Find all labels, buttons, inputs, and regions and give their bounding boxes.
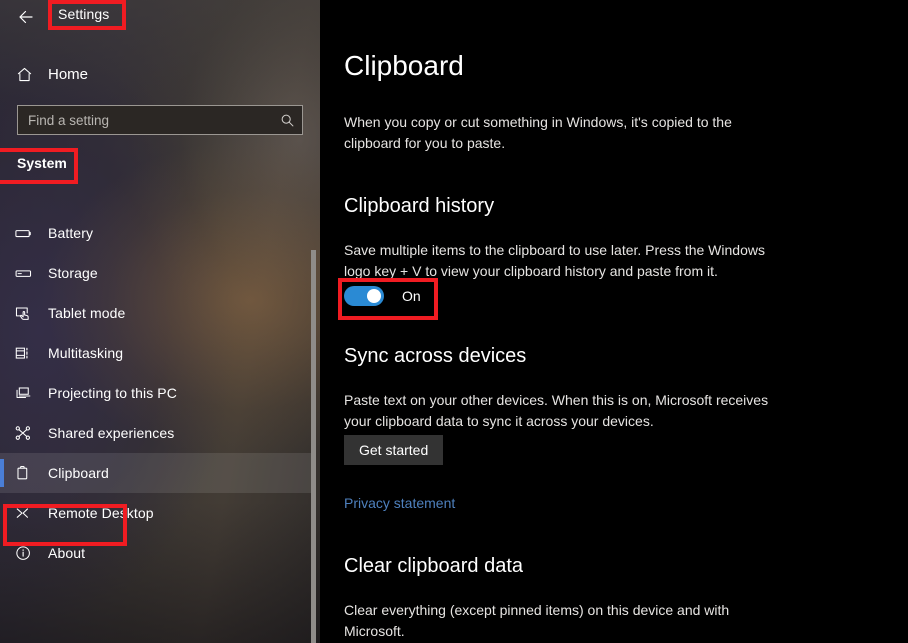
sidebar-item-projecting-to-this-pc[interactable]: Projecting to this PC <box>0 373 311 413</box>
back-arrow-icon[interactable] <box>10 2 42 32</box>
search-icon[interactable] <box>272 113 302 128</box>
app-title: Settings <box>58 6 110 22</box>
sidebar-item-label: Shared experiences <box>48 425 175 441</box>
home-icon <box>0 66 48 83</box>
sidebar-item-label: Projecting to this PC <box>48 385 177 401</box>
clipboard-history-toggle[interactable]: On <box>344 286 421 306</box>
sidebar-item-multitasking[interactable]: Multitasking <box>0 333 311 373</box>
storage-drive-icon <box>14 264 48 283</box>
sidebar-item-label: Remote Desktop <box>48 505 154 521</box>
group-header-system: System <box>17 155 67 171</box>
toggle-state-label: On <box>402 288 421 304</box>
battery-icon <box>14 224 48 243</box>
sidebar-scrollbar[interactable] <box>311 250 316 643</box>
sidebar-item-remote-desktop[interactable]: Remote Desktop <box>0 493 311 533</box>
section-title-clear-clipboard-data: Clear clipboard data <box>344 555 523 577</box>
settings-window: Settings Home Find a setting System Batt… <box>0 0 908 643</box>
sidebar-item-about[interactable]: About <box>0 533 311 573</box>
sidebar-item-battery[interactable]: Battery <box>0 213 311 253</box>
sidebar: Settings Home Find a setting System Batt… <box>0 0 320 643</box>
sidebar-item-label: Multitasking <box>48 345 124 361</box>
sidebar-nav-list: Battery Storage Tablet mode Multitasking… <box>0 213 311 573</box>
sidebar-item-home[interactable]: Home <box>0 58 310 90</box>
remote-desktop-icon <box>14 504 48 523</box>
sidebar-item-storage[interactable]: Storage <box>0 253 311 293</box>
sidebar-item-tablet-mode[interactable]: Tablet mode <box>0 293 311 333</box>
search-box[interactable] <box>17 105 303 135</box>
sidebar-item-label: Battery <box>48 225 94 241</box>
clipboard-icon <box>14 464 48 483</box>
sidebar-item-clipboard[interactable]: Clipboard <box>0 453 311 493</box>
sidebar-item-home-label: Home <box>48 65 89 83</box>
multitasking-icon <box>14 344 48 363</box>
toggle-switch[interactable] <box>344 286 384 306</box>
sidebar-item-label: About <box>48 545 86 561</box>
sidebar-item-label: Storage <box>48 265 98 281</box>
shared-experiences-icon <box>14 424 48 443</box>
section-description-sync-across-devices: Paste text on your other devices. When t… <box>344 392 769 429</box>
sidebar-item-label: Clipboard <box>48 465 109 481</box>
sidebar-item-shared-experiences[interactable]: Shared experiences <box>0 413 311 453</box>
get-started-button[interactable]: Get started <box>344 435 444 465</box>
sidebar-item-label: Tablet mode <box>48 305 126 321</box>
sidebar-scrollbar-thumb[interactable] <box>311 250 316 643</box>
section-description-clipboard-history: Save multiple items to the clipboard to … <box>344 242 765 279</box>
page-title: Clipboard <box>344 50 464 81</box>
section-title-sync-across-devices: Sync across devices <box>344 345 527 367</box>
section-title-clipboard-history: Clipboard history <box>344 195 495 217</box>
tablet-mode-icon <box>14 304 48 323</box>
page-intro-text: When you copy or cut something in Window… <box>344 114 732 151</box>
main-content: Clipboard When you copy or cut something… <box>320 0 908 643</box>
titlebar: Settings <box>0 0 320 34</box>
privacy-statement-link[interactable]: Privacy statement <box>344 495 455 511</box>
toggle-knob <box>367 289 381 303</box>
search-input[interactable] <box>18 112 272 128</box>
info-icon <box>14 544 48 563</box>
projecting-icon <box>14 384 48 403</box>
section-description-clear-clipboard-data: Clear everything (except pinned items) o… <box>344 602 730 639</box>
